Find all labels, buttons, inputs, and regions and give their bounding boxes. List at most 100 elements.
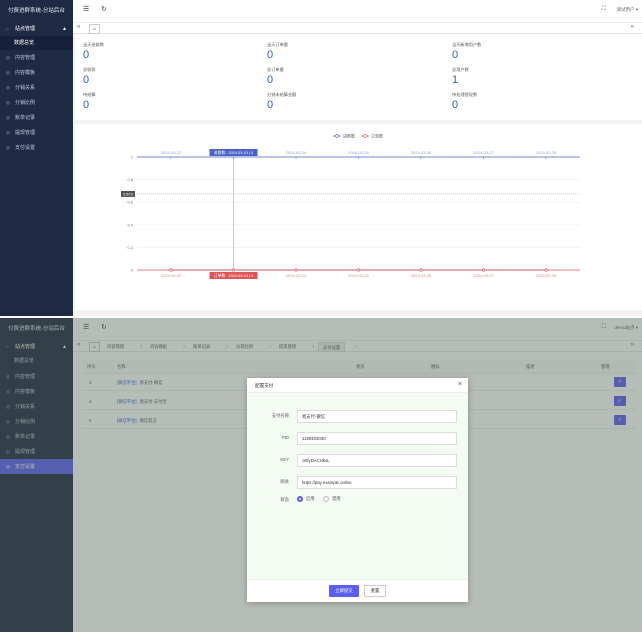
- circle-icon: ◎: [6, 145, 10, 150]
- legend-label: 订单数: [371, 133, 383, 139]
- close-icon[interactable]: ×: [458, 381, 462, 388]
- sidebar-item-bills[interactable]: ◎ 账单记录: [0, 110, 73, 125]
- circle-icon: ◎: [6, 85, 10, 90]
- field-input[interactable]: 1180403030: [297, 432, 457, 445]
- submit-button[interactable]: 立即提交: [329, 585, 359, 597]
- user-menu[interactable]: 测试用户 ▾: [616, 7, 638, 13]
- legend-label: 进群数: [343, 133, 355, 139]
- dialog-body: 状态 启用 禁用 支付名称 易支付-微信 PID 1180403030 KEY c6lly…: [247, 393, 468, 579]
- sidebar: 付费进群系统-分站后台 ⌂ 站点管理 ▲ 数据总览 ◎ 内容管理 ◎ 内容模板 ◎ 分销…: [0, 0, 73, 316]
- sidebar-item-ratio[interactable]: ◎ 分销比例: [0, 95, 73, 110]
- field-label: PID: [281, 435, 289, 440]
- stat-value: 0: [267, 49, 274, 61]
- x-tick-label-top: 2024-03-25: [348, 150, 369, 155]
- sidebar-item-overview[interactable]: 数据总览: [0, 36, 73, 50]
- sidebar-group-site[interactable]: ⌂ 站点管理 ▲: [0, 22, 73, 36]
- data-point: [481, 268, 485, 272]
- reset-button[interactable]: 重置: [364, 585, 386, 597]
- circle-icon: ◎: [6, 70, 10, 75]
- stat-card: 当天新增用户数 0: [452, 42, 481, 61]
- stat-label: 总收款: [83, 67, 96, 72]
- circle-icon: ◎: [6, 115, 10, 120]
- sidebar-item-label: 账单记录: [15, 115, 36, 121]
- y-tick-label: 0.6: [127, 200, 133, 205]
- stat-card: 总订单量 0: [267, 67, 284, 86]
- stat-card: 总用户数 1: [452, 67, 469, 86]
- stat-card: 待结算 0: [83, 92, 96, 111]
- radio-dot: [297, 496, 303, 502]
- stat-card: 当天订单量 0: [267, 42, 288, 61]
- x-tick-label-bottom: 2024-03-26: [411, 273, 432, 278]
- stat-value: 0: [267, 74, 274, 86]
- stat-label: 待处理提现数: [452, 92, 478, 97]
- stat-label: 分销未结算金额: [267, 92, 297, 97]
- data-point: [356, 268, 360, 272]
- stat-label: 当天进群数: [83, 42, 104, 47]
- pointer-value: 0.673: [123, 192, 133, 196]
- sidebar-group-label: 站点管理: [15, 26, 36, 32]
- legend-marker: [363, 134, 367, 138]
- field-input[interactable]: https://pay.example.online: [297, 476, 457, 489]
- sidebar-item-withdraw[interactable]: ◎ 提现管理: [0, 125, 73, 140]
- stat-label: 当天新增用户数: [452, 42, 482, 47]
- x-tick-label-top: 2024-03-27: [473, 150, 494, 155]
- chart-svg: 1 0.8 0.6 0.4 0.2 0 2024-03-22 2024-03-22 2024-0…: [121, 133, 580, 279]
- x-tick-label-bottom: 2024-03-28: [536, 273, 557, 278]
- dialog-title: 配置支付: [255, 383, 274, 388]
- menu-toggle-icon[interactable]: ☰: [83, 5, 89, 13]
- x-tick-label-bottom: 2024-03-27: [473, 273, 494, 278]
- sidebar-item-template[interactable]: ◎ 内容模板: [0, 65, 73, 80]
- sidebar-item-label: 分销关系: [15, 85, 36, 91]
- stat-value: 0: [83, 49, 90, 61]
- field-input[interactable]: 易支付-微信: [297, 410, 457, 423]
- radio-label: 禁用: [332, 496, 341, 502]
- y-tick-label: 0.4: [127, 222, 133, 227]
- sidebar-item-content[interactable]: ◎ 内容管理: [0, 50, 73, 65]
- sidebar-item-label: 支付设置: [15, 145, 36, 151]
- x-tick-label-bottom: 2024-03-25: [348, 273, 369, 278]
- x-tick-label-top: 2024-03-24: [286, 150, 307, 155]
- field-input[interactable]: c6llyDACHkuL: [297, 454, 457, 467]
- tabs-right-icon[interactable]: »: [631, 24, 634, 30]
- stat-label: 总用户数: [452, 67, 469, 72]
- payment-config-dialog: 配置支付 × 状态 启用 禁用 支付名称 易支付-微信 PID 1180403030 K…: [247, 378, 468, 602]
- stat-label: 当天订单量: [267, 42, 288, 47]
- stats-panel: 当天进群数 0 当天订单量 0 当天新增用户数 0 总收款 0 总订单量 0 总用户数 1 待结算 0 分销…: [75, 34, 642, 120]
- payment-settings-pane: 付费进群系统-分站后台 ⌂ 站点管理 ▲ 数据总览 ◎ 内容管理 ◎ 内容模板 ◎ 分销…: [0, 318, 642, 632]
- refresh-icon[interactable]: ↻: [101, 5, 107, 13]
- dashboard-pane: 付费进群系统-分站后台 ⌂ 站点管理 ▲ 数据总览 ◎ 内容管理 ◎ 内容模板 ◎ 分销…: [0, 0, 642, 316]
- radio-label: 启用: [306, 496, 315, 502]
- home-icon: ⌂: [6, 26, 9, 31]
- field-label: 支付名称: [271, 413, 289, 418]
- legend-marker: [335, 134, 339, 138]
- data-point: [419, 268, 423, 272]
- dialog-footer: 立即提交 重置: [247, 579, 468, 602]
- fullscreen-icon[interactable]: ⛶: [602, 6, 606, 13]
- x-tick-label-top: 2024-03-28: [536, 150, 557, 155]
- stat-card: 当天进群数 0: [83, 42, 104, 61]
- tab-bar: « ⌂ »: [73, 22, 642, 34]
- stat-card: 总收款 0: [83, 67, 96, 86]
- sidebar-item-payment[interactable]: ◎ 支付设置: [0, 140, 73, 155]
- stat-label: 总订单量: [267, 67, 284, 72]
- y-tick-label: 0.8: [127, 177, 133, 182]
- sidebar-item-distribution[interactable]: ◎ 分销关系: [0, 80, 73, 95]
- tab-home[interactable]: ⌂: [89, 24, 100, 34]
- field-label: KEY: [280, 457, 289, 462]
- sidebar-item-label: 提现管理: [15, 130, 36, 136]
- status-enable-radio[interactable]: 启用: [297, 496, 315, 502]
- status-disable-radio[interactable]: 禁用: [323, 496, 341, 502]
- stat-value: 0: [452, 99, 459, 111]
- field-label: 网关: [280, 479, 289, 484]
- data-point: [169, 268, 173, 272]
- caret-up-icon: ▲: [62, 26, 67, 32]
- trend-chart: 1 0.8 0.6 0.4 0.2 0 2024-03-22 2024-03-22 2024-0…: [75, 124, 642, 310]
- x-tick-label-bottom: 2024-03-22: [161, 273, 182, 278]
- user-name: 测试用户: [616, 7, 635, 12]
- circle-icon: ◎: [6, 55, 10, 60]
- data-point: [294, 268, 298, 272]
- stat-label: 待结算: [83, 92, 96, 97]
- stat-card: 分销未结算金额 0: [267, 92, 296, 111]
- circle-icon: ◎: [6, 100, 10, 105]
- tabs-left-icon[interactable]: «: [77, 24, 80, 30]
